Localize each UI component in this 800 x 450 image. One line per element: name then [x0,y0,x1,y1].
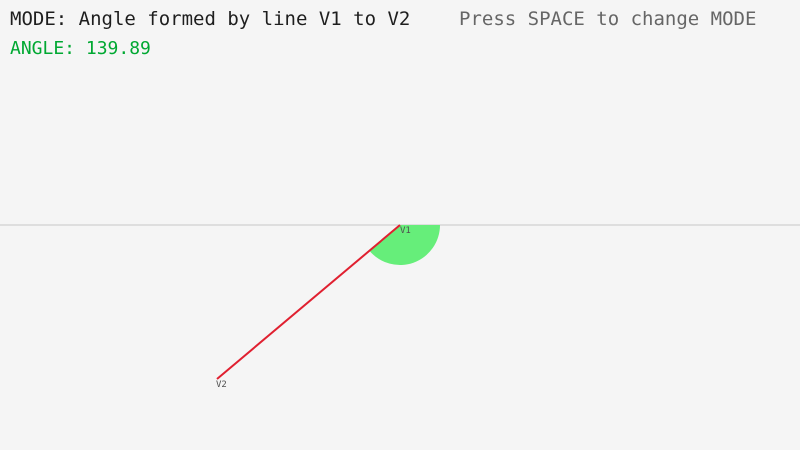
scene-drawing: V1 V2 [0,224,800,390]
game-canvas[interactable]: MODE: Angle formed by line V1 to V2 Pres… [0,0,800,450]
v2-label: V2 [216,380,227,390]
vector-line [216,224,401,380]
v1-label: V1 [400,226,411,236]
